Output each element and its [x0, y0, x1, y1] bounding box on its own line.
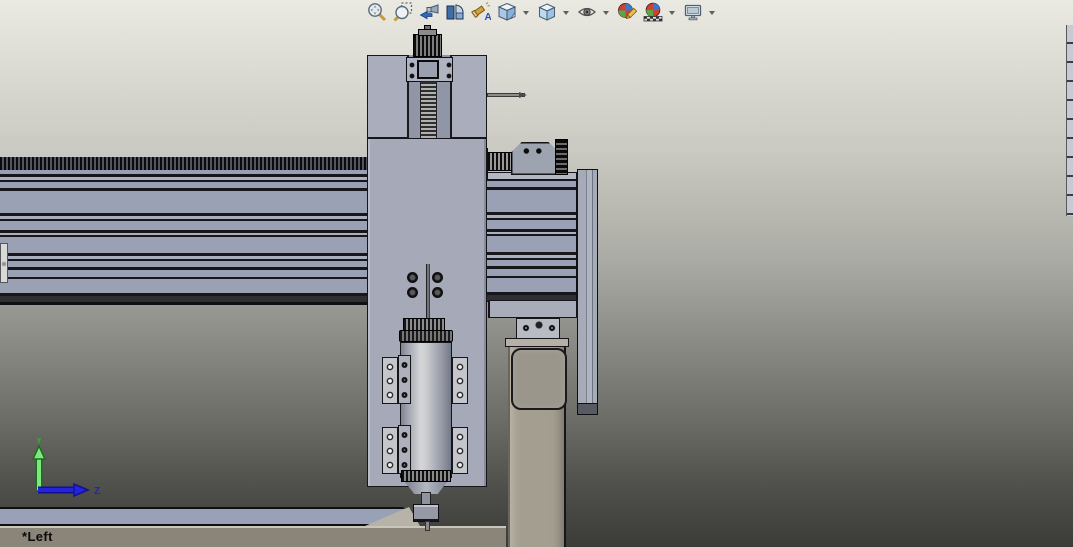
section-view-button[interactable]	[444, 2, 465, 23]
display-style-dropdown[interactable]	[562, 3, 571, 21]
graphics-viewport[interactable]: Y Z *Left	[0, 0, 1073, 547]
z-axis-arrow	[38, 484, 88, 496]
plate-screw	[407, 287, 418, 298]
pulley-cap	[418, 29, 437, 36]
view-orientation-icon	[497, 2, 517, 22]
view-orientation-label: *Left	[22, 529, 53, 544]
clipped-frame-member[interactable]	[1066, 25, 1073, 216]
y-axis-arrow	[33, 446, 45, 490]
leg-top-cap[interactable]	[505, 338, 569, 347]
previous-view-button[interactable]	[418, 2, 439, 23]
spindle-clamp-lower[interactable]	[382, 427, 398, 474]
view-settings-button[interactable]	[682, 2, 703, 23]
view-orientation-button[interactable]	[496, 2, 517, 23]
gantry-beam[interactable]	[0, 155, 367, 305]
annotations-icon: A	[471, 2, 491, 22]
edit-appearance-icon	[617, 2, 637, 22]
previous-view-icon	[419, 2, 439, 22]
spindle-clamp-lower-block	[398, 425, 411, 474]
motor-heatsink[interactable]	[555, 139, 568, 175]
spindle-clamp-upper-block	[398, 355, 411, 404]
beam-slot-texture	[0, 157, 367, 170]
zoom-to-area-icon	[393, 2, 413, 22]
saddle-plate[interactable]	[488, 300, 578, 318]
stepper-pulley[interactable]	[413, 34, 442, 57]
tool-bit[interactable]	[425, 521, 430, 531]
hide-show-items-icon	[577, 2, 597, 22]
annotations-button[interactable]: A	[470, 2, 491, 23]
beam-end-bracket[interactable]	[0, 243, 8, 283]
plate-screw	[407, 272, 418, 283]
heads-up-view-toolbar: A	[366, 1, 717, 23]
gantry-beam-right-section[interactable]	[487, 172, 577, 302]
edit-appearance-button[interactable]	[616, 2, 637, 23]
support-leg[interactable]	[508, 347, 566, 547]
view-settings-icon	[683, 2, 703, 22]
plate-screw	[432, 272, 443, 283]
section-view-icon	[445, 2, 465, 22]
hide-show-items-button[interactable]	[576, 2, 597, 23]
display-style-button[interactable]	[536, 2, 557, 23]
zoom-to-area-button[interactable]	[392, 2, 413, 23]
hide-show-items-dropdown[interactable]	[602, 3, 611, 21]
svg-text:A: A	[484, 12, 491, 22]
display-style-icon	[537, 2, 557, 22]
rail-carriage[interactable]	[516, 318, 560, 340]
plate-screw	[432, 287, 443, 298]
reference-triad: Y Z	[18, 438, 118, 502]
spindle-top-cap	[399, 330, 453, 342]
spindle-clamp-upper[interactable]	[382, 357, 398, 404]
y-axis-label: Y	[36, 438, 43, 447]
view-settings-dropdown[interactable]	[708, 3, 717, 21]
leg-access-cutout	[511, 348, 567, 410]
machine-bed-extrusion[interactable]	[0, 507, 420, 526]
z-guide-rod	[426, 264, 430, 322]
view-orientation-dropdown[interactable]	[522, 3, 531, 21]
z-axis-ballscrew[interactable]	[420, 81, 437, 141]
spindle-clamp-lower[interactable]	[452, 427, 468, 474]
apply-scene-button[interactable]	[642, 2, 663, 23]
zoom-to-fit-icon	[367, 2, 387, 22]
bearing-block	[417, 60, 439, 79]
spindle-fins	[401, 470, 451, 482]
zoom-to-fit-button[interactable]	[366, 2, 387, 23]
x-axis-lead-screw[interactable]	[487, 152, 512, 171]
apply-scene-dropdown[interactable]	[668, 3, 677, 21]
collet-nut[interactable]	[413, 504, 439, 522]
x-axis-motor-mount[interactable]	[511, 142, 559, 175]
spindle-clamp-upper[interactable]	[452, 357, 468, 404]
machine-bed-surface[interactable]	[0, 526, 506, 547]
z-axis-label: Z	[94, 486, 100, 497]
apply-scene-icon	[643, 2, 663, 22]
gantry-end-plate[interactable]	[577, 169, 598, 415]
end-plate-cap	[578, 403, 597, 414]
pulley-knob	[424, 25, 431, 30]
